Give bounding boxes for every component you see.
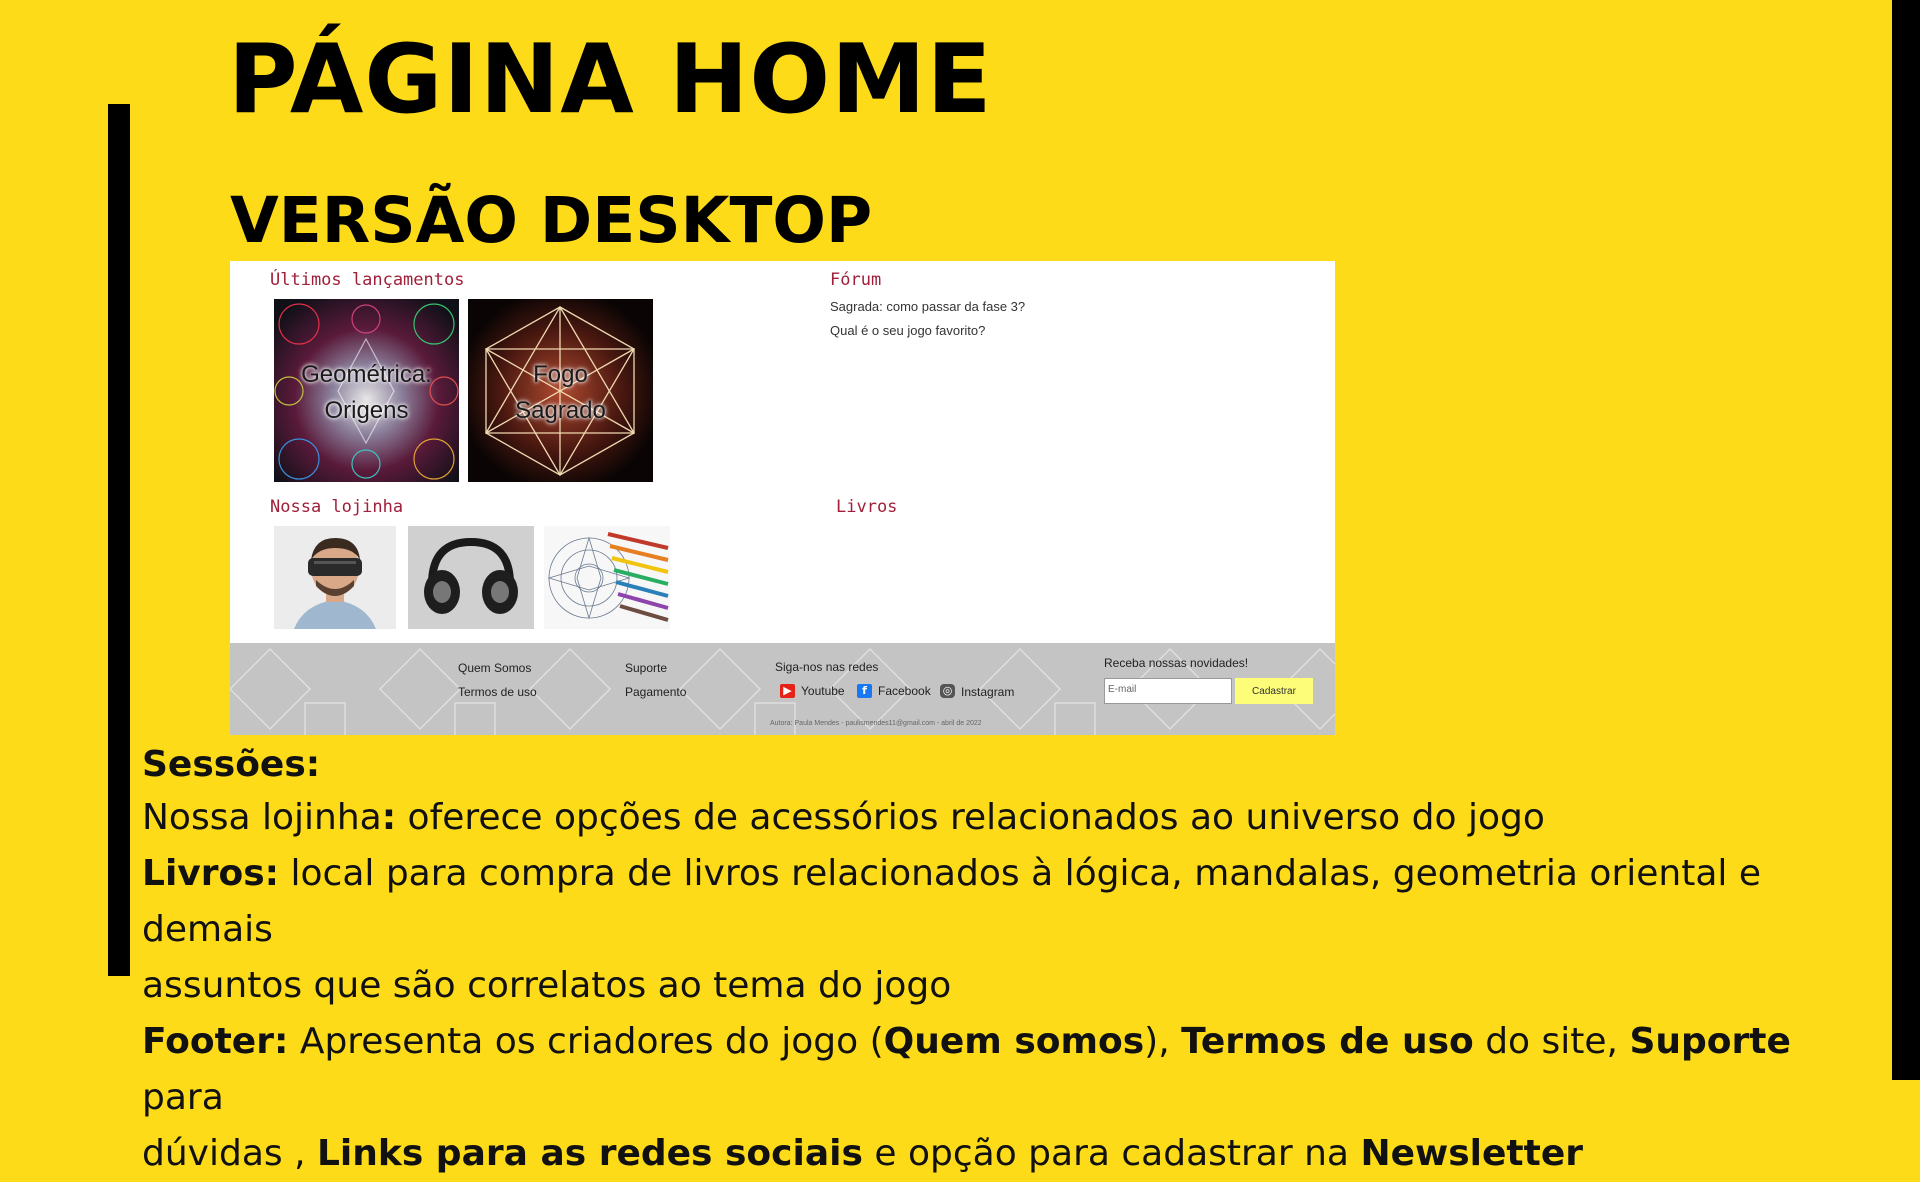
forum-topic-link[interactable]: Qual é o seu jogo favorito? [830, 323, 985, 338]
game-name-line2: Origens [324, 397, 409, 424]
desc-shop-label: Nossa lojinha [142, 797, 382, 838]
vr-headset-photo [274, 526, 396, 629]
newsletter-title: Receba nossas novidades! [1104, 656, 1249, 670]
social-link-youtube[interactable]: Youtube [801, 684, 845, 698]
sections-heading: Sessões: [142, 744, 321, 785]
author-credit: Autora: Paula Mendes - paulismendes11@gm… [770, 720, 982, 727]
game-name-line2: Sagrado [515, 397, 606, 424]
releases-title: Últimos lançamentos [270, 270, 465, 290]
desc-footer-text: e opção para cadastrar na [862, 1133, 1361, 1174]
left-accent-bar [108, 104, 130, 976]
books-title: Livros [836, 497, 898, 517]
desc-footer-bold: Links para as redes sociais [316, 1133, 863, 1174]
desc-footer-bold: Termos de uso [1181, 1021, 1474, 1062]
product-mandala-coloring[interactable] [544, 526, 670, 629]
desc-books-cont: assuntos que são correlatos ao tema do j… [142, 965, 952, 1006]
desc-footer-cont: dúvidas , Links para as redes sociais e … [142, 1126, 1882, 1182]
desc-books-label: Livros: [142, 853, 280, 894]
social-link-instagram[interactable]: Instagram [961, 685, 1014, 699]
mandala-coloring-photo [544, 526, 670, 629]
game-card-geometrica[interactable]: Geométrica: Origens [274, 299, 459, 482]
game-name-line1: Geométrica: [301, 361, 432, 388]
desc-shop-colon: : [381, 797, 397, 838]
desc-footer-text: dúvidas , [142, 1133, 317, 1174]
desc-footer-bold: Quem somos [883, 1021, 1145, 1062]
page-title: PÁGINA HOME [228, 25, 993, 135]
desktop-screenshot: Últimos lançamentos Geométrica: Origens … [230, 261, 1335, 735]
instagram-icon[interactable]: ◎ [940, 684, 955, 698]
facebook-icon[interactable]: f [857, 684, 872, 698]
desc-footer-text: para [142, 1077, 224, 1118]
forum-title: Fórum [830, 270, 882, 290]
desc-footer-text: do site, [1473, 1021, 1630, 1062]
product-vr-headset[interactable] [274, 526, 396, 629]
game-card-fogo-sagrado[interactable]: Fogo Sagrado [468, 299, 653, 482]
footer-link-suporte[interactable]: Suporte [625, 661, 667, 675]
newsletter-submit-button[interactable]: Cadastrar [1235, 678, 1313, 704]
social-link-facebook[interactable]: Facebook [878, 684, 931, 698]
desc-shop: Nossa lojinha: oferece opções de acessór… [142, 790, 1882, 846]
desc-footer: Footer: Apresenta os criadores do jogo (… [142, 1014, 1882, 1126]
newsletter-email-input[interactable]: E-mail [1104, 678, 1232, 704]
social-title: Siga-nos nas redes [775, 660, 879, 674]
desc-books: Livros: local para compra de livros rela… [142, 846, 1882, 958]
page-subtitle: VERSÃO DESKTOP [230, 184, 873, 257]
desc-footer-text: Apresenta os criadores do jogo ( [288, 1021, 884, 1062]
shop-title: Nossa lojinha [270, 497, 404, 517]
screenshot-footer: Quem Somos Termos de uso Suporte Pagamen… [230, 643, 1335, 735]
desc-footer-label: Footer: [142, 1021, 289, 1062]
forum-topic-link[interactable]: Sagrada: como passar da fase 3? [830, 299, 1025, 314]
right-accent-bar [1892, 0, 1920, 1080]
desc-footer-text: ), [1144, 1021, 1182, 1062]
product-headphones[interactable] [408, 526, 534, 629]
headphones-photo [408, 526, 534, 629]
desc-books-text: local para compra de livros relacionados… [142, 853, 1761, 950]
youtube-icon[interactable]: ▶ [780, 684, 795, 698]
desc-footer-bold: Suporte [1629, 1021, 1791, 1062]
footer-link-quem-somos[interactable]: Quem Somos [458, 661, 531, 675]
game-name-line1: Fogo [533, 361, 588, 388]
description-block: Sessões: Nossa lojinha: oferece opções d… [142, 740, 1882, 1182]
footer-link-pagamento[interactable]: Pagamento [625, 685, 686, 699]
desc-shop-text: oferece opções de acessórios relacionado… [396, 797, 1545, 838]
desc-footer-bold: Newsletter [1360, 1133, 1584, 1174]
footer-link-termos[interactable]: Termos de uso [458, 685, 537, 699]
